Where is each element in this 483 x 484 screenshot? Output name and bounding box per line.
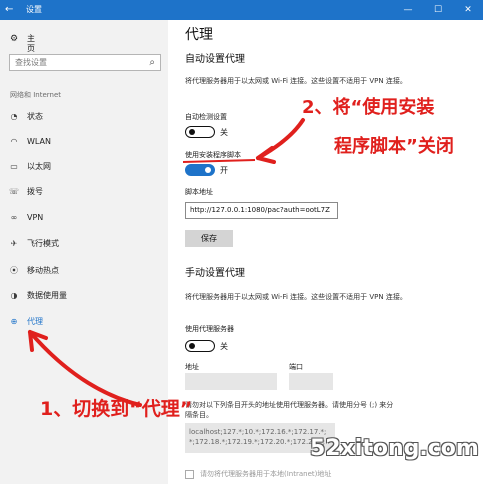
annotation-step2-line1: 2、将“使用安装: [302, 97, 435, 118]
annotation-step2-line2: 程序脚本”关闭: [334, 136, 454, 157]
watermark: 52xitong.com: [310, 436, 479, 461]
annotation-step1: 1、切换到“代理”: [40, 398, 193, 420]
underline-script-label: [182, 159, 256, 163]
arrow-to-proxy: [28, 330, 142, 407]
